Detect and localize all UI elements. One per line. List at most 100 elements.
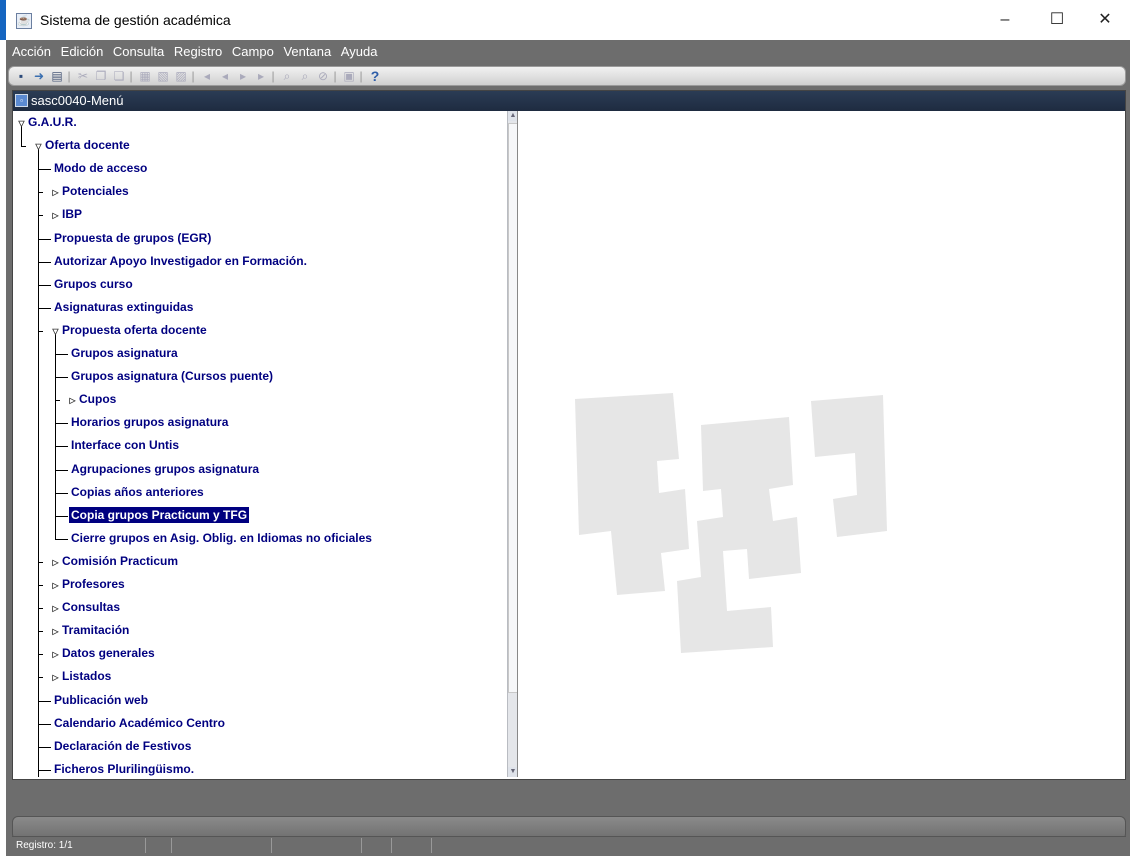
toolbar-separator: |	[333, 69, 337, 83]
tree-item[interactable]: Propuesta de grupos (EGR)	[52, 228, 213, 248]
status-bar: Registro: 1/1	[12, 836, 1126, 855]
tree-item[interactable]: Modo de acceso	[52, 158, 149, 178]
tree-item-label: Horarios grupos asignatura	[71, 415, 229, 430]
tree-item[interactable]: Calendario Académico Centro	[52, 713, 227, 733]
expand-toggle-icon[interactable]: ▷	[51, 211, 60, 220]
tree-item[interactable]: Autorizar Apoyo Investigador en Formació…	[52, 251, 309, 271]
tree-item[interactable]: Asignaturas extinguidas	[52, 297, 195, 317]
menu-registro[interactable]: Registro	[174, 44, 222, 59]
tree-item[interactable]: Publicación web	[52, 690, 150, 710]
next-record-icon[interactable]: ▸	[235, 68, 251, 84]
tree-guide-line	[55, 333, 56, 539]
expand-toggle-icon[interactable]: ▷	[68, 396, 77, 405]
tree-item-label: Datos generales	[62, 646, 155, 661]
tree-item-label: Agrupaciones grupos asignatura	[71, 461, 260, 476]
tree-item[interactable]: ▷ Consultas	[51, 597, 122, 617]
exit-icon[interactable]: ➜	[31, 68, 47, 84]
tree-item[interactable]: ▷ Profesores	[51, 574, 127, 594]
save-icon[interactable]: ▪	[13, 68, 29, 84]
toolbar: ▪ ➜ ▤ | ✂ ❐ ❏ | ▦ ▧ ▨ | ◂ ◂ ▸ ▸ | ⌕ ⌕ ⊘ …	[8, 66, 1126, 86]
status-cell	[172, 838, 272, 853]
tree-item[interactable]: Grupos asignatura (Cursos puente)	[69, 366, 275, 386]
tree-item-label: Publicación web	[54, 692, 149, 707]
tree-item-label: G.A.U.R.	[28, 115, 77, 129]
tree-item-label: Profesores	[62, 577, 125, 591]
menu-ayuda[interactable]: Ayuda	[341, 44, 378, 59]
collapse-toggle-icon[interactable]: ▽	[34, 142, 43, 151]
collapse-toggle-icon[interactable]: ▽	[51, 327, 60, 336]
tree-connector	[38, 261, 51, 263]
tree-item[interactable]: ▷ Potenciales	[51, 181, 131, 201]
tree-item[interactable]: Copias años anteriores	[69, 482, 206, 502]
tree-item[interactable]: ▷ IBP	[51, 204, 84, 224]
tree-item[interactable]: Declaración de Festivos	[52, 736, 193, 756]
paste-icon[interactable]: ❏	[111, 68, 127, 84]
cancel-query-icon[interactable]: ⊘	[315, 68, 331, 84]
expand-toggle-icon[interactable]: ▷	[51, 650, 60, 659]
copy-icon[interactable]: ❐	[93, 68, 109, 84]
tree-item[interactable]: ▷ Comisión Practicum	[51, 551, 180, 571]
scroll-up-icon[interactable]: ▲	[508, 111, 517, 121]
close-button[interactable]: ✕	[1082, 4, 1128, 36]
window-title: Sistema de gestión académica	[40, 12, 231, 28]
insert-record-icon[interactable]: ▦	[137, 68, 153, 84]
tree-connector	[55, 400, 60, 402]
menu-accion[interactable]: Acción	[12, 44, 51, 59]
tree-connector	[38, 677, 43, 679]
tree-item[interactable]: ▽ Propuesta oferta docente	[51, 320, 209, 340]
menu-edicion[interactable]: Edición	[61, 44, 104, 59]
tree-item[interactable]: ▷ Listados	[51, 666, 113, 686]
expand-toggle-icon[interactable]: ▷	[51, 673, 60, 682]
tree-item[interactable]: ▷ Datos generales	[51, 643, 157, 663]
toolbar-separator: |	[67, 69, 71, 83]
tree-item[interactable]: Copia grupos Practicum y TFG	[67, 505, 251, 525]
expand-toggle-icon[interactable]: ▷	[51, 627, 60, 636]
maximize-button[interactable]: ☐	[1034, 4, 1080, 36]
tree-item[interactable]: Interface con Untis	[69, 435, 181, 455]
tree-item[interactable]: Cierre grupos en Asig. Oblig. en Idiomas…	[69, 528, 374, 548]
tree-item[interactable]: ▽ Oferta docente	[34, 135, 132, 155]
execute-query-icon[interactable]: ⌕	[297, 68, 313, 84]
scroll-thumb[interactable]	[508, 123, 517, 693]
menu-consulta[interactable]: Consulta	[113, 44, 164, 59]
toolbar-separator: |	[359, 69, 363, 83]
tree-connector	[38, 608, 43, 610]
tree-item-label: Copias años anteriores	[71, 484, 204, 499]
tree-item[interactable]: Horarios grupos asignatura	[69, 412, 230, 432]
remove-record-icon[interactable]: ▧	[155, 68, 171, 84]
print-icon[interactable]: ▤	[49, 68, 65, 84]
tree-item[interactable]: ▷ Cupos	[68, 389, 118, 409]
cut-icon[interactable]: ✂	[75, 68, 91, 84]
tree-item[interactable]: Ficheros Plurilingüismo.	[52, 759, 196, 777]
tree-item-label: Declaración de Festivos	[54, 738, 192, 753]
expand-toggle-icon[interactable]: ▷	[51, 558, 60, 567]
duplicate-record-icon[interactable]: ▨	[173, 68, 189, 84]
last-record-icon[interactable]: ▸	[253, 68, 269, 84]
enter-query-icon[interactable]: ⌕	[279, 68, 295, 84]
collapse-toggle-icon[interactable]: ▽	[17, 119, 26, 128]
tree-item-label: IBP	[62, 207, 83, 222]
tree-item-label: Ficheros Plurilingüismo.	[54, 761, 195, 776]
tree-connector	[55, 377, 68, 379]
tree-item[interactable]: ▽ G.A.U.R.	[17, 112, 79, 132]
java-app-icon: ☕	[16, 13, 32, 29]
expand-toggle-icon[interactable]: ▷	[51, 188, 60, 197]
first-record-icon[interactable]: ◂	[199, 68, 215, 84]
help-icon[interactable]: ?	[367, 68, 383, 84]
expand-toggle-icon[interactable]: ▷	[51, 604, 60, 613]
tree-item[interactable]: Agrupaciones grupos asignatura	[69, 459, 261, 479]
tree-item-label: Modo de acceso	[54, 161, 148, 176]
scroll-down-icon[interactable]: ▼	[508, 767, 517, 777]
list-icon[interactable]: ▣	[341, 68, 357, 84]
expand-toggle-icon[interactable]: ▷	[51, 581, 60, 590]
tree-scrollbar[interactable]: ▲ ▼	[507, 111, 517, 777]
tree-item[interactable]: ▷ Tramitación	[51, 620, 131, 640]
minimize-button[interactable]: –	[982, 4, 1028, 36]
tree-item[interactable]: Grupos curso	[52, 274, 135, 294]
menu-campo[interactable]: Campo	[232, 44, 274, 59]
app-frame: Acción Edición Consulta Registro Campo V…	[6, 40, 1130, 856]
previous-record-icon[interactable]: ◂	[217, 68, 233, 84]
tree-connector	[55, 469, 68, 471]
menu-ventana[interactable]: Ventana	[283, 44, 331, 59]
tree-item[interactable]: Grupos asignatura	[69, 343, 180, 363]
